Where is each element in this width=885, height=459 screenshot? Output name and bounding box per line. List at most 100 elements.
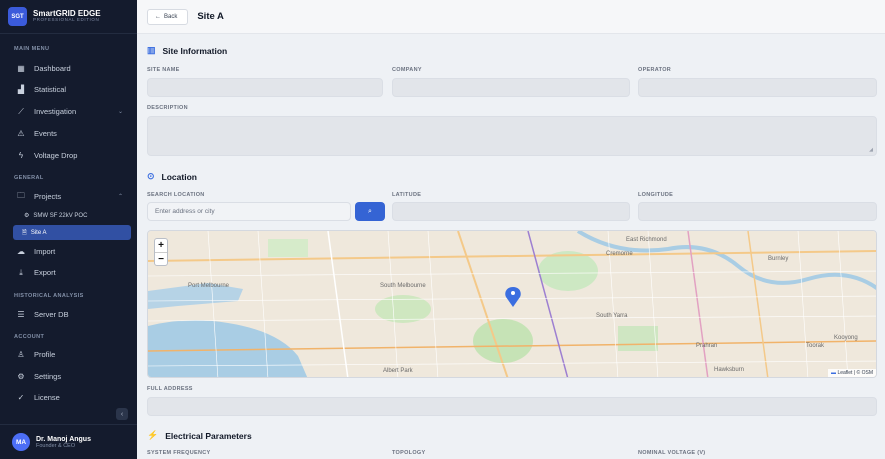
sidebar-item-profile[interactable]: ♙ Profile xyxy=(10,346,131,363)
sidebar-subitem-site-a[interactable]: 🗎 Site A xyxy=(13,225,131,240)
map-pin-icon: ⊙ xyxy=(147,171,155,181)
longitude-field[interactable] xyxy=(638,202,877,221)
map-label: Kooyong xyxy=(834,335,858,341)
document-icon: 🗎 xyxy=(22,229,27,236)
section-title: Location xyxy=(161,171,197,182)
sidebar-item-label: Export xyxy=(34,268,56,277)
section-account: ACCOUNT xyxy=(14,334,45,340)
brand-subtitle: PROFESSIONAL EDITION xyxy=(33,17,100,23)
electrical-parameters-heading: ⚡ Electrical Parameters xyxy=(147,430,252,441)
sidebar-item-label: Investigation xyxy=(34,107,77,116)
settings-circle-icon: ⚙ xyxy=(24,213,30,219)
latitude-field[interactable] xyxy=(392,202,630,221)
sidebar-collapse-button[interactable]: ‹ xyxy=(116,408,128,420)
sidebar-item-label: Import xyxy=(34,247,56,256)
gear-icon: ⚙ xyxy=(17,372,25,381)
description-field[interactable]: ◢ xyxy=(147,116,877,156)
operator-field[interactable] xyxy=(638,78,877,97)
sidebar-item-dashboard[interactable]: ▦ Dashboard xyxy=(10,60,131,77)
sidebar-item-events[interactable]: ⚠ Events xyxy=(10,125,131,142)
sidebar-subitem-label: Site A xyxy=(30,229,47,236)
sidebar-item-label: Events xyxy=(34,129,57,138)
chevron-down-icon: ⌄ xyxy=(117,109,123,115)
chevron-up-icon: ⌃ xyxy=(117,194,123,200)
chevron-left-icon: ‹ xyxy=(120,410,124,418)
folder-icon: 🗀 xyxy=(17,190,25,200)
sidebar-item-license[interactable]: ✓ License xyxy=(10,389,131,406)
check-circle-icon: ✓ xyxy=(17,393,25,402)
sidebar-item-statistical[interactable]: ▟ Statistical xyxy=(10,81,131,98)
back-button-label: Back xyxy=(164,13,178,20)
section-historical-analysis: HISTORICAL ANALYSIS xyxy=(14,293,84,299)
leaflet-link[interactable]: Leaflet xyxy=(837,370,852,376)
sidebar-item-label: Server DB xyxy=(34,310,69,319)
search-button[interactable]: ⌕ xyxy=(355,202,385,221)
full-address-label: FULL ADDRESS xyxy=(147,386,193,392)
trend-icon: ⟋ xyxy=(18,106,24,116)
sidebar: SGT SmartGRID EDGE PROFESSIONAL EDITION … xyxy=(0,0,137,459)
zoom-in-button[interactable]: + xyxy=(155,239,167,252)
back-button[interactable]: ← Back xyxy=(147,8,189,25)
site-name-label: SITE NAME xyxy=(147,67,180,73)
sidebar-item-projects[interactable]: 🗀 Projects ⌃ xyxy=(10,188,131,205)
user-role: Founder & CEO xyxy=(36,442,76,449)
user-profile[interactable]: MA Dr. Manoj Angus Founder & CEO xyxy=(0,424,137,459)
section-general: GENERAL xyxy=(14,175,44,181)
map-label: East Richmond xyxy=(626,237,667,243)
sidebar-item-settings[interactable]: ⚙ Settings xyxy=(10,368,131,385)
map-label: Toorak xyxy=(806,343,825,349)
sidebar-item-export[interactable]: ⤓ Export xyxy=(10,264,131,281)
sidebar-item-label: Statistical xyxy=(34,85,67,94)
topology-label: TOPOLOGY xyxy=(392,450,426,456)
section-main-menu: MAIN MENU xyxy=(14,46,50,52)
resize-handle-icon[interactable]: ◢ xyxy=(869,147,873,153)
topbar: ← Back Site A xyxy=(137,0,885,34)
map-label: Albert Park xyxy=(383,368,413,374)
sidebar-item-server-db[interactable]: ☰ Server DB xyxy=(10,306,131,323)
page-title: Site A xyxy=(197,11,224,22)
osm-link[interactable]: © OSM xyxy=(857,370,873,376)
zoom-out-button[interactable]: − xyxy=(155,252,167,265)
system-frequency-label: SYSTEM FREQUENCY xyxy=(147,450,211,456)
flag-icon: ▬ xyxy=(831,370,837,376)
building-icon: ▥ xyxy=(147,45,156,55)
search-location-input[interactable]: Enter address or city xyxy=(147,202,351,221)
sidebar-item-investigation[interactable]: ⟋ Investigation ⌄ xyxy=(10,103,131,120)
full-address-field[interactable] xyxy=(147,397,877,416)
map-tiles xyxy=(148,231,876,377)
location-map[interactable]: Port Melbourne South Melbourne Albert Pa… xyxy=(147,230,877,378)
company-field[interactable] xyxy=(392,78,630,97)
latitude-label: LATITUDE xyxy=(392,192,422,198)
user-name: Dr. Manoj Angus xyxy=(36,435,91,443)
map-label: South Yarra xyxy=(596,313,628,319)
brand: SGT SmartGRID EDGE PROFESSIONAL EDITION xyxy=(0,0,137,34)
sidebar-item-voltage-drop[interactable]: ϟ Voltage Drop xyxy=(10,147,131,164)
sidebar-item-label: Voltage Drop xyxy=(34,151,78,160)
electrical-icon: ⚡ xyxy=(147,430,159,440)
site-name-field[interactable] xyxy=(147,78,383,97)
cloud-upload-icon: ☁ xyxy=(17,247,25,256)
arrow-left-icon: ← xyxy=(155,13,161,20)
avatar: MA xyxy=(12,433,30,451)
sidebar-subitem-project[interactable]: ⚙ SMW SF 22kV POC xyxy=(24,212,88,220)
sidebar-item-label: Profile xyxy=(34,350,56,359)
map-label: Hawksburn xyxy=(714,367,745,373)
sidebar-item-label: Settings xyxy=(34,372,62,381)
search-location-label: SEARCH LOCATION xyxy=(147,192,205,198)
warning-icon: ⚠ xyxy=(17,129,25,138)
user-icon: ♙ xyxy=(17,350,25,359)
map-label: South Melbourne xyxy=(380,283,426,289)
sidebar-item-import[interactable]: ☁ Import xyxy=(10,243,131,260)
map-label: Burnley xyxy=(768,256,789,262)
download-icon: ⤓ xyxy=(19,267,23,277)
section-title: Electrical Parameters xyxy=(165,430,252,441)
map-label: Port Melbourne xyxy=(188,283,230,289)
sidebar-item-label: Dashboard xyxy=(34,64,71,73)
operator-label: OPERATOR xyxy=(638,67,672,73)
sidebar-subitem-label: SMW SF 22kV POC xyxy=(33,212,88,219)
sidebar-item-label: Projects xyxy=(34,192,62,201)
search-placeholder: Enter address or city xyxy=(155,208,215,215)
brand-logo: SGT xyxy=(8,7,27,26)
map-label: Prahran xyxy=(696,343,718,349)
company-label: COMPANY xyxy=(392,67,422,73)
